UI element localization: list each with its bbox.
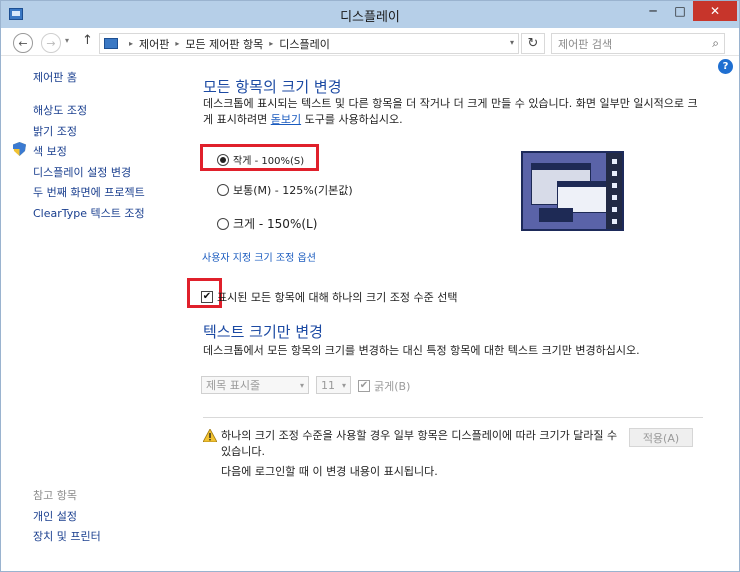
window-title: 디스플레이	[340, 10, 400, 25]
shield-icon	[13, 142, 26, 156]
sidebar-item-project-second-screen[interactable]: 두 번째 화면에 프로젝트	[33, 184, 145, 200]
forward-button[interactable]: →	[41, 33, 61, 53]
radio-label: 작게 - 100%(S)	[233, 156, 305, 167]
display-preview-image	[521, 151, 624, 231]
apply-button[interactable]: 적용(A)	[629, 428, 693, 447]
warning-line: 있습니다.	[221, 445, 265, 458]
title-bar[interactable]: 디스플레이 ─ □ ✕	[1, 1, 739, 28]
up-button[interactable]: ↑	[82, 33, 93, 48]
see-also-heading: 참고 항목	[33, 489, 77, 502]
radio-button[interactable]	[217, 153, 229, 166]
bold-checkbox-row[interactable]: ✔ 굵게(B)	[358, 378, 410, 394]
radio-button[interactable]	[217, 184, 229, 196]
warning-line: 하나의 크기 조정 수준을 사용할 경우 일부 항목은 디스플레이에 따라 크기…	[221, 429, 618, 442]
magnifier-link[interactable]: 돋보기	[271, 113, 301, 126]
radio-label: 크게 - 150%(L)	[233, 217, 318, 231]
font-size-value: 11	[321, 378, 335, 392]
chevron-right-icon[interactable]: ▸	[269, 39, 273, 48]
single-scale-checkbox-row[interactable]: ✔ 표시된 모든 항목에 대해 하나의 크기 조정 수준 선택	[201, 289, 458, 305]
sidebar-item-display-settings[interactable]: 디스플레이 설정 변경	[33, 164, 131, 180]
address-toolbar: ← → ▾ ↑ ▸ 제어판 ▸ 모든 제어판 항목 ▸ 디스플레이 ▾ ↻ 제어…	[1, 28, 739, 56]
chevron-down-icon[interactable]: ▾	[510, 38, 514, 47]
section-title-text-size: 텍스트 크기만 변경	[203, 323, 323, 341]
breadcrumb-item[interactable]: 모든 제어판 항목	[185, 36, 263, 52]
control-panel-window: 디스플레이 ─ □ ✕ ← → ▾ ↑ ▸ 제어판 ▸ 모든 제어판 항목 ▸ …	[0, 0, 740, 572]
sidebar-item-resolution[interactable]: 해상도 조정	[33, 102, 87, 118]
item-select[interactable]: 제목 표시줄 ▾	[201, 376, 309, 394]
control-panel-icon	[104, 38, 118, 49]
search-input[interactable]: 제어판 검색 ⌕	[551, 33, 725, 54]
minimize-button[interactable]: ─	[639, 1, 667, 21]
bold-checkbox[interactable]: ✔	[358, 380, 370, 392]
radio-button[interactable]	[217, 217, 229, 230]
preview-sidebar	[606, 153, 622, 229]
radio-small[interactable]: 작게 - 100%(S)	[217, 152, 304, 167]
recent-locations-dropdown[interactable]: ▾	[65, 36, 69, 45]
sidebar-item-personalization[interactable]: 개인 설정	[33, 508, 77, 524]
search-placeholder: 제어판 검색	[558, 37, 613, 51]
chevron-down-icon: ▾	[299, 381, 304, 390]
bold-label: 굵게(B)	[374, 380, 411, 393]
maximize-button[interactable]: □	[667, 1, 693, 21]
address-bar[interactable]: ▸ 제어판 ▸ 모든 제어판 항목 ▸ 디스플레이 ▾	[99, 33, 519, 54]
section-description: 데스크톱에 표시되는 텍스트 및 다른 항목을 더 작거나 더 크게 만들 수 …	[203, 96, 703, 128]
font-size-select[interactable]: 11 ▾	[316, 376, 351, 394]
breadcrumb-item[interactable]: 제어판	[139, 36, 169, 52]
radio-label: 보통(M) - 125%(기본값)	[233, 184, 353, 197]
radio-medium[interactable]: 보통(M) - 125%(기본값)	[217, 182, 353, 198]
divider	[203, 417, 703, 418]
control-panel-home-link[interactable]: 제어판 홈	[33, 69, 77, 85]
chevron-right-icon[interactable]: ▸	[129, 39, 133, 48]
section-title-change-size: 모든 항목의 크기 변경	[203, 78, 342, 96]
warning-text: 하나의 크기 조정 수준을 사용할 경우 일부 항목은 디스플레이에 따라 크기…	[221, 428, 621, 480]
preview-window	[539, 208, 573, 222]
description-text-end: 도구를 사용하십시오.	[301, 113, 403, 126]
sidebar-item-color-calibration[interactable]: 색 보정	[33, 143, 67, 159]
back-button[interactable]: ←	[13, 33, 33, 53]
item-select-value: 제목 표시줄	[206, 379, 261, 392]
chevron-right-icon[interactable]: ▸	[175, 39, 179, 48]
close-button[interactable]: ✕	[693, 1, 737, 21]
custom-scaling-link[interactable]: 사용자 지정 크기 조정 옵션	[202, 249, 316, 264]
refresh-button[interactable]: ↻	[521, 33, 545, 54]
sidebar: 제어판 홈 해상도 조정 밝기 조정 색 보정 디스플레이 설정 변경 두 번째…	[1, 57, 181, 571]
warning-icon	[203, 429, 217, 442]
single-scale-label: 표시된 모든 항목에 대해 하나의 크기 조정 수준 선택	[217, 291, 458, 304]
sidebar-item-cleartype[interactable]: ClearType 텍스트 조정	[33, 205, 145, 221]
sidebar-item-devices-printers[interactable]: 장치 및 프린터	[33, 528, 101, 544]
text-size-description: 데스크톱에서 모든 항목의 크기를 변경하는 대신 특정 항목에 대한 텍스트 …	[203, 344, 640, 357]
chevron-down-icon: ▾	[341, 381, 346, 390]
breadcrumb-item[interactable]: 디스플레이	[279, 36, 330, 52]
warning-line: 다음에 로그인할 때 이 변경 내용이 표시됩니다.	[221, 465, 438, 478]
sidebar-item-brightness[interactable]: 밝기 조정	[33, 123, 77, 139]
help-icon[interactable]: ?	[718, 59, 733, 74]
search-icon[interactable]: ⌕	[712, 36, 719, 51]
single-scale-checkbox[interactable]: ✔	[201, 291, 213, 303]
radio-large[interactable]: 크게 - 150%(L)	[217, 215, 317, 232]
